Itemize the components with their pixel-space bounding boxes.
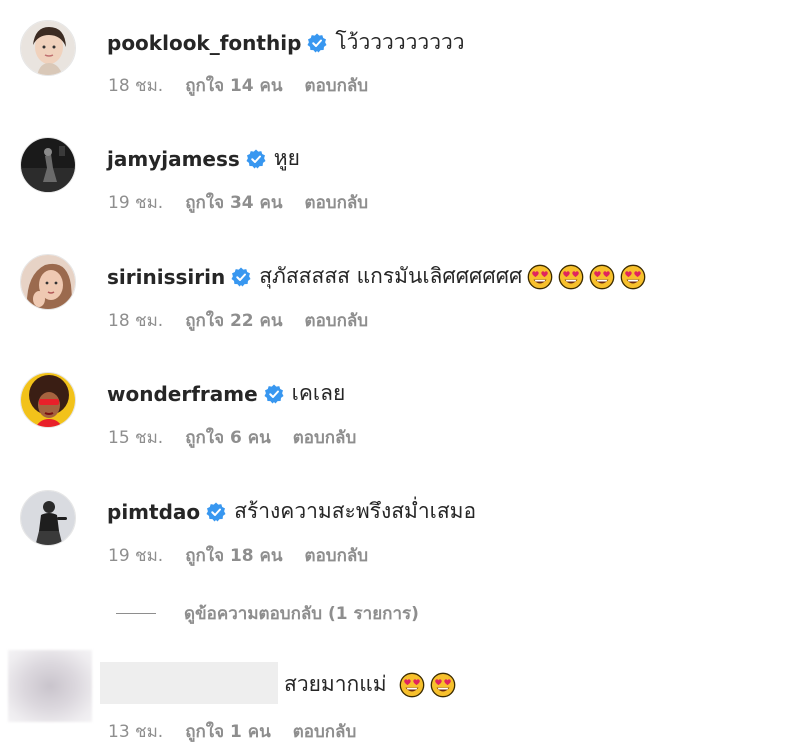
comment-line: pimtdao สร้างความสะพรึงสม่ำเสมอ — [107, 495, 476, 528]
likes-count[interactable]: ถูกใจ 14 คน — [185, 72, 282, 99]
dark-photo-icon — [21, 138, 75, 192]
likes-count[interactable]: ถูกใจ 22 คน — [185, 307, 282, 334]
comment-meta: 19 ชม. ถูกใจ 18 คน ตอบกลับ — [108, 542, 368, 569]
verified-badge-icon — [206, 502, 226, 522]
afro-woman-portrait-icon — [21, 373, 75, 427]
likes-count[interactable]: ถูกใจ 18 คน — [185, 542, 282, 569]
comment-time[interactable]: 19 ชม. — [108, 542, 163, 569]
comment-meta: 15 ชม. ถูกใจ 6 คน ตอบกลับ — [108, 424, 356, 451]
heart-eyes-emoji-icon — [558, 264, 584, 290]
likes-count[interactable]: ถูกใจ 6 คน — [185, 424, 271, 451]
divider — [116, 613, 156, 614]
woman-standing-icon — [21, 491, 75, 545]
reply-button[interactable]: ตอบกลับ — [293, 718, 357, 745]
comment-text: โว้ววววววววว — [335, 30, 465, 54]
comment-line: sirinissirin สุภัสสสสส แกรมันเลิศศศศศศ — [107, 260, 646, 293]
username[interactable]: wonderframe — [107, 382, 258, 406]
verified-badge-icon — [264, 384, 284, 404]
woman-portrait-icon — [21, 21, 75, 75]
username[interactable]: sirinissirin — [107, 265, 225, 289]
verified-badge-icon — [307, 33, 327, 53]
reply-button[interactable]: ตอบกลับ — [305, 189, 369, 216]
avatar[interactable] — [20, 372, 76, 428]
avatar[interactable] — [20, 137, 76, 193]
comment-time[interactable]: 19 ชม. — [108, 189, 163, 216]
heart-eyes-emoji-icon — [430, 672, 456, 698]
comment-meta: 13 ชม. ถูกใจ 1 คน ตอบกลับ — [108, 718, 356, 745]
comment-time[interactable]: 15 ชม. — [108, 424, 163, 451]
reply-button[interactable]: ตอบกลับ — [305, 542, 369, 569]
reply-button[interactable]: ตอบกลับ — [293, 424, 357, 451]
reply-button[interactable]: ตอบกลับ — [305, 307, 369, 334]
comment-text: สุภัสสสสส แกรมันเลิศศศศศศ — [259, 264, 523, 288]
comment-meta: 18 ชม. ถูกใจ 22 คน ตอบกลับ — [108, 307, 368, 334]
blurred-avatar[interactable] — [8, 650, 92, 722]
avatar[interactable] — [20, 254, 76, 310]
comment-time[interactable]: 13 ชม. — [108, 718, 163, 745]
username[interactable]: pimtdao — [107, 500, 200, 524]
avatar[interactable] — [20, 490, 76, 546]
comment-text: สวยมากแม่ — [284, 672, 387, 696]
avatar[interactable] — [20, 20, 76, 76]
heart-eyes-emoji-icon — [589, 264, 615, 290]
heart-eyes-emoji-icon — [620, 264, 646, 290]
comment-time[interactable]: 18 ชม. — [108, 307, 163, 334]
username[interactable]: jamyjamess — [107, 147, 240, 171]
comment-meta: 19 ชม. ถูกใจ 34 คน ตอบกลับ — [108, 189, 368, 216]
comment-line: pooklook_fonthip โว้ววววววววว — [107, 26, 465, 59]
verified-badge-icon — [231, 267, 251, 287]
comment-line: wonderframe เคเลย — [107, 377, 345, 410]
view-replies-label: ดูข้อความตอบกลับ (1 รายการ) — [184, 604, 419, 624]
comment-line: jamyjamess หูย — [107, 142, 300, 175]
likes-count[interactable]: ถูกใจ 34 คน — [185, 189, 282, 216]
likes-count[interactable]: ถูกใจ 1 คน — [185, 718, 271, 745]
username[interactable]: pooklook_fonthip — [107, 31, 301, 55]
comment-text: สร้างความสะพรึงสม่ำเสมอ — [234, 499, 477, 523]
woman-portrait-icon — [21, 255, 75, 309]
verified-badge-icon — [246, 149, 266, 169]
reply-button[interactable]: ตอบกลับ — [305, 72, 369, 99]
comment-line: สวยมากแม่ — [284, 668, 456, 701]
comment-meta: 18 ชม. ถูกใจ 14 คน ตอบกลับ — [108, 72, 368, 99]
comment-text: เคเลย — [291, 381, 346, 405]
heart-eyes-emoji-icon — [527, 264, 553, 290]
blurred-username — [100, 662, 278, 704]
comment-time[interactable]: 18 ชม. — [108, 72, 163, 99]
view-replies-button[interactable]: ดูข้อความตอบกลับ (1 รายการ) — [116, 600, 419, 627]
heart-eyes-emoji-icon — [399, 672, 425, 698]
comment-text: หูย — [273, 146, 300, 170]
